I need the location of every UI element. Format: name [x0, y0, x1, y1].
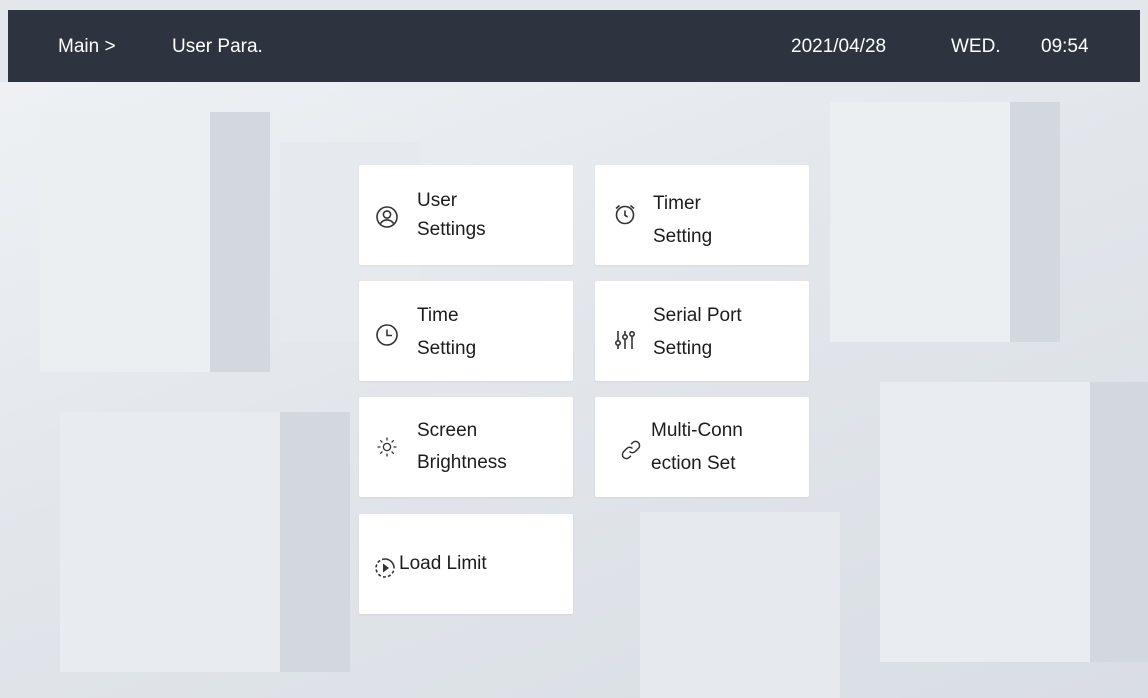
multi-connection-set-button[interactable]: Multi-Conn ection Set: [595, 397, 809, 497]
user-settings-button[interactable]: User Settings: [359, 165, 573, 265]
background: [0, 82, 1148, 698]
alarm-clock-icon: [613, 202, 637, 226]
timer-setting-label-line2: Setting: [653, 226, 713, 247]
timer-setting-button[interactable]: Timer Setting: [595, 165, 809, 265]
user-icon: [375, 205, 399, 229]
load-limit-label: Load Limit: [399, 553, 487, 574]
sun-icon: [375, 435, 399, 459]
load-limit-icon: [373, 556, 397, 580]
screen-brightness-label-line2: Brightness: [417, 452, 507, 473]
link-icon: [619, 438, 643, 462]
sliders-icon: [613, 328, 637, 352]
top-bar: Main > User Para. 2021/04/28 WED. 09:54: [8, 10, 1140, 82]
screen-brightness-button[interactable]: Screen Brightness: [359, 397, 573, 497]
time-setting-button[interactable]: Time Setting: [359, 281, 573, 381]
serial-port-setting-label-line1: Serial Port: [653, 305, 742, 326]
clock-icon: [375, 323, 399, 347]
weekday-display: WED.: [951, 36, 1001, 57]
serial-port-setting-button[interactable]: Serial Port Setting: [595, 281, 809, 381]
multi-connection-set-label-line2: ection Set: [651, 453, 736, 474]
timer-setting-label-line1: Timer: [653, 193, 701, 214]
time-setting-label-line1: Time: [417, 305, 459, 326]
screen-brightness-label-line1: Screen: [417, 420, 478, 441]
time-setting-label-line2: Setting: [417, 338, 477, 359]
date-display: 2021/04/28: [791, 36, 887, 57]
multi-connection-set-label-line1: Multi-Conn: [651, 420, 743, 441]
serial-port-setting-label-line2: Setting: [653, 338, 713, 359]
breadcrumb-current: User Para.: [172, 36, 263, 57]
user-settings-label-line2: Settings: [417, 219, 486, 240]
user-settings-label-line1: User: [417, 190, 458, 211]
time-display: 09:54: [1041, 36, 1089, 57]
breadcrumb-main[interactable]: Main >: [58, 36, 116, 58]
load-limit-button[interactable]: Load Limit: [359, 514, 573, 614]
